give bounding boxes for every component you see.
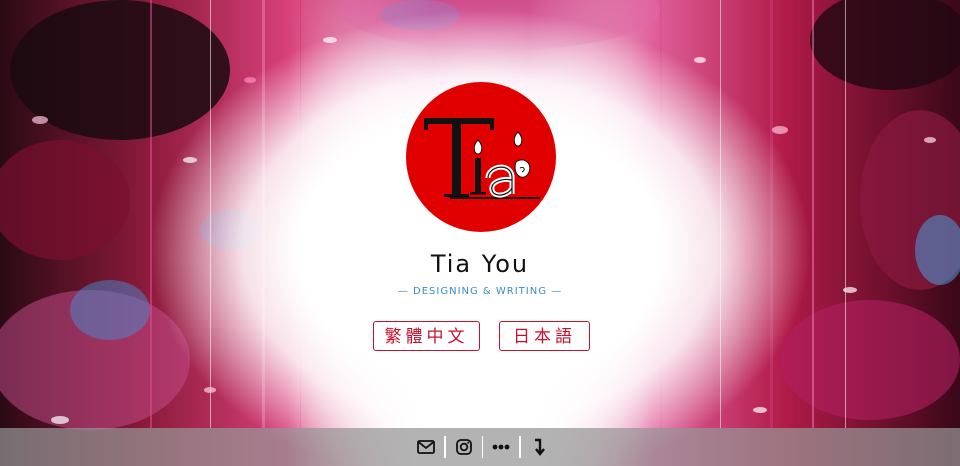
more-icon[interactable]: [483, 433, 519, 461]
site-title: Tia You: [430, 250, 530, 278]
site-logo[interactable]: [406, 82, 556, 232]
language-button-traditional-chinese[interactable]: 繁體中文: [373, 321, 480, 351]
scroll-down-icon[interactable]: [521, 433, 557, 461]
landing-page: Tia You — DESIGNING & WRITING — 繁體中文 日本語: [0, 0, 960, 466]
site-tagline: — DESIGNING & WRITING —: [397, 286, 563, 297]
instagram-icon[interactable]: [446, 433, 482, 461]
mail-icon[interactable]: [408, 433, 444, 461]
language-button-japanese[interactable]: 日本語: [499, 321, 590, 351]
center-highlight: [0, 0, 960, 466]
footer-icon-row: [408, 433, 557, 461]
logo-mark-icon: [424, 118, 540, 199]
